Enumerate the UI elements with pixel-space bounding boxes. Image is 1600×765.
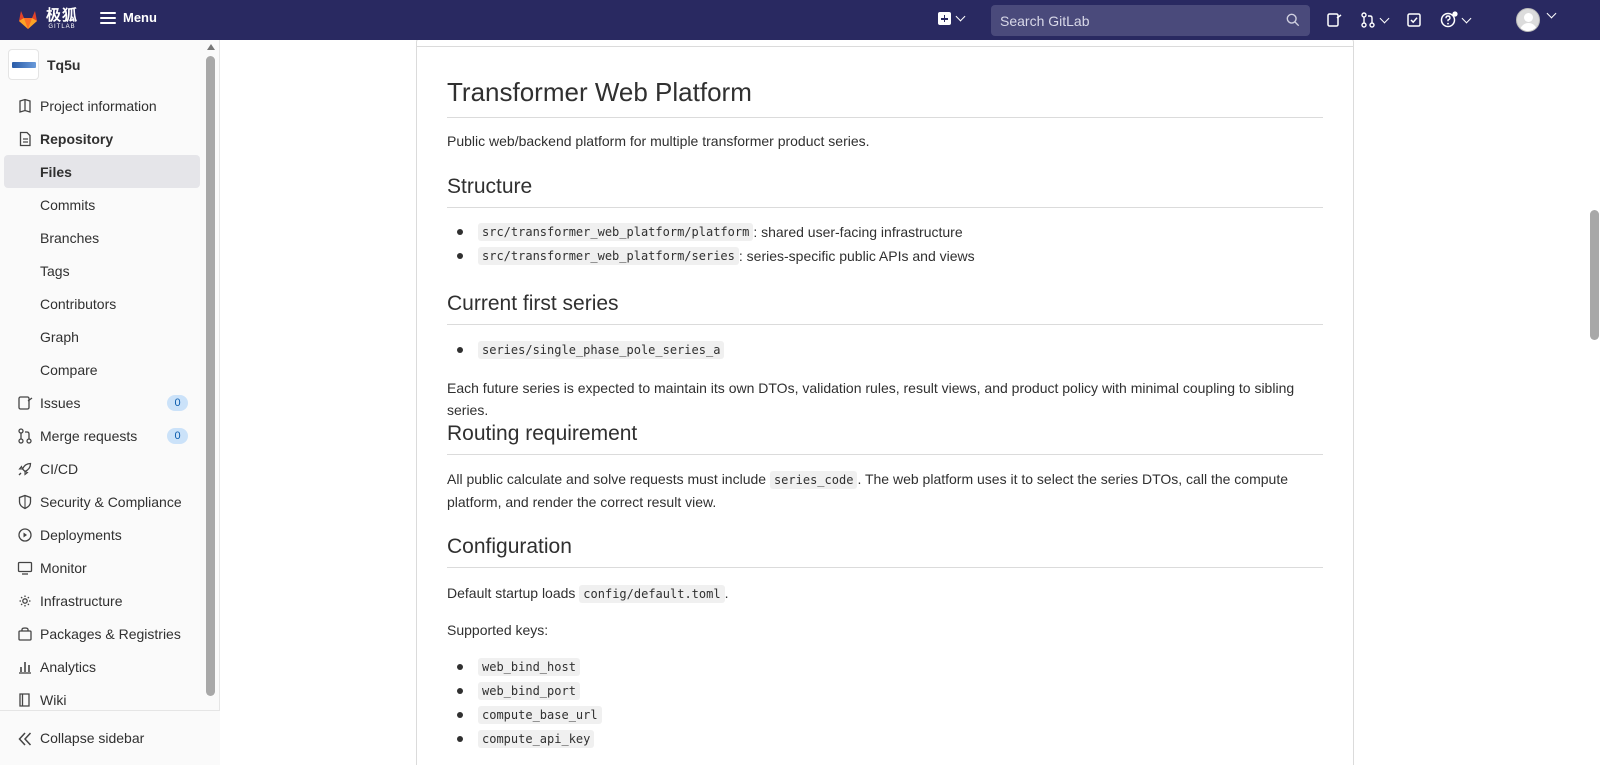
readme-title: Transformer Web Platform — [447, 77, 1323, 118]
help-icon — [1440, 11, 1458, 28]
list-item: src/transformer_web_platform/series: ser… — [447, 244, 1323, 268]
menu-button[interactable]: Menu — [100, 10, 157, 25]
hamburger-icon — [100, 11, 116, 24]
heading-configuration: Configuration — [447, 535, 1323, 568]
sidebar-item-branches[interactable]: Branches — [0, 221, 204, 254]
sidebar-item-merge-requests[interactable]: Merge requests 0 — [0, 419, 204, 452]
list-item: series/single_phase_pole_series_a — [447, 338, 1323, 362]
sidebar-item-contributors[interactable]: Contributors — [0, 287, 204, 320]
series-note: Each future series is expected to mainta… — [447, 380, 1295, 418]
supported-keys-label: Supported keys: — [447, 622, 549, 638]
scroll-up-arrow-icon[interactable] — [207, 44, 215, 50]
shield-icon — [18, 494, 32, 510]
project-link[interactable]: Tq5u — [8, 49, 80, 80]
main-content: Transformer Web Platform Public web/back… — [220, 40, 1588, 765]
brand-subname: GITLAB — [48, 24, 76, 30]
sidebar-item-tags[interactable]: Tags — [0, 254, 204, 287]
cloud-gear-icon — [19, 595, 31, 607]
help-nav-button[interactable] — [1440, 10, 1472, 30]
plus-square-icon — [938, 12, 951, 25]
chevron-down-icon — [955, 11, 966, 22]
collapse-sidebar-button[interactable]: Collapse sidebar — [0, 710, 220, 765]
top-navbar: 极狐 GITLAB Menu Search GitLab — [0, 0, 1600, 40]
list-item: web_bind_host — [447, 655, 1323, 679]
sidebar-item-infrastructure[interactable]: Infrastructure — [0, 584, 204, 617]
fox-logo-icon — [19, 11, 37, 29]
heading-structure: Structure — [447, 175, 1323, 208]
chevron-down-icon — [1461, 13, 1472, 23]
page-scrollbar[interactable] — [1590, 210, 1599, 340]
supported-keys-list: web_bind_host web_bind_port compute_base… — [447, 655, 1323, 751]
chevron-down-icon — [1379, 13, 1390, 23]
issues-icon — [1327, 13, 1342, 27]
heading-current-first-series: Current first series — [447, 292, 1323, 325]
deployments-icon — [18, 528, 32, 542]
chevron-down-icon[interactable] — [1546, 8, 1557, 19]
sidebar-scrollbar[interactable] — [206, 56, 215, 696]
sidebar-item-project-information[interactable]: Project information — [0, 89, 204, 122]
issues-icon — [18, 396, 33, 410]
package-icon — [18, 627, 32, 641]
document-icon — [19, 131, 31, 147]
project-name: Tq5u — [47, 56, 81, 73]
list-item: compute_base_url — [447, 703, 1323, 727]
search-input[interactable]: Search GitLab — [991, 5, 1310, 36]
merge-requests-count-badge: 0 — [167, 428, 188, 444]
menu-label: Menu — [123, 10, 157, 25]
sidebar: Tq5u Project information Repository File… — [0, 40, 220, 765]
configuration-text: Default startup loads config/default.tom… — [447, 585, 729, 603]
sidebar-item-graph[interactable]: Graph — [0, 320, 204, 353]
merge-request-icon — [1361, 12, 1375, 28]
double-chevron-left-icon — [18, 732, 32, 746]
sidebar-item-deployments[interactable]: Deployments — [0, 518, 204, 551]
sidebar-item-ci-cd[interactable]: CI/CD — [0, 452, 204, 485]
book-icon — [19, 693, 30, 707]
sidebar-item-analytics[interactable]: Analytics — [0, 650, 204, 683]
todo-checkbox-icon — [1407, 13, 1421, 27]
rocket-icon — [18, 462, 32, 476]
list-item: src/transformer_web_platform/platform: s… — [447, 220, 1323, 244]
new-dropdown-button[interactable] — [938, 11, 966, 25]
sidebar-item-compare[interactable]: Compare — [0, 353, 204, 386]
sidebar-item-monitor[interactable]: Monitor — [0, 551, 204, 584]
merge-request-icon — [18, 428, 32, 444]
chart-icon — [19, 662, 31, 674]
project-info-icon — [19, 98, 31, 113]
series-list: series/single_phase_pole_series_a — [447, 338, 1323, 362]
project-avatar — [8, 49, 39, 80]
issues-count-badge: 0 — [167, 395, 188, 411]
list-item: compute_api_key — [447, 727, 1323, 751]
merge-requests-nav-button[interactable] — [1360, 10, 1390, 30]
sidebar-item-packages-registries[interactable]: Packages & Registries — [0, 617, 204, 650]
search-icon — [1286, 13, 1300, 27]
sidebar-item-issues[interactable]: Issues 0 — [0, 386, 204, 419]
readme-intro: Public web/backend platform for multiple… — [447, 133, 870, 149]
sidebar-item-commits[interactable]: Commits — [0, 188, 204, 221]
search-placeholder: Search GitLab — [1000, 12, 1090, 29]
sidebar-nav: Project information Repository Files Com… — [0, 89, 204, 716]
heading-routing-requirement: Routing requirement — [447, 422, 1323, 455]
sidebar-item-files[interactable]: Files — [4, 155, 200, 188]
monitor-icon — [17, 561, 33, 575]
sidebar-item-repository[interactable]: Repository — [0, 122, 204, 155]
routing-text: All public calculate and solve requests … — [447, 471, 1288, 510]
brand-name: 极狐 — [46, 7, 79, 24]
issues-nav-button[interactable] — [1326, 10, 1342, 30]
user-avatar[interactable] — [1516, 8, 1540, 32]
todos-nav-button[interactable] — [1406, 10, 1422, 30]
brand-logo[interactable]: 极狐 GITLAB — [16, 7, 78, 31]
sidebar-item-security-compliance[interactable]: Security & Compliance — [0, 485, 204, 518]
list-item: web_bind_port — [447, 679, 1323, 703]
structure-list: src/transformer_web_platform/platform: s… — [447, 220, 1323, 268]
